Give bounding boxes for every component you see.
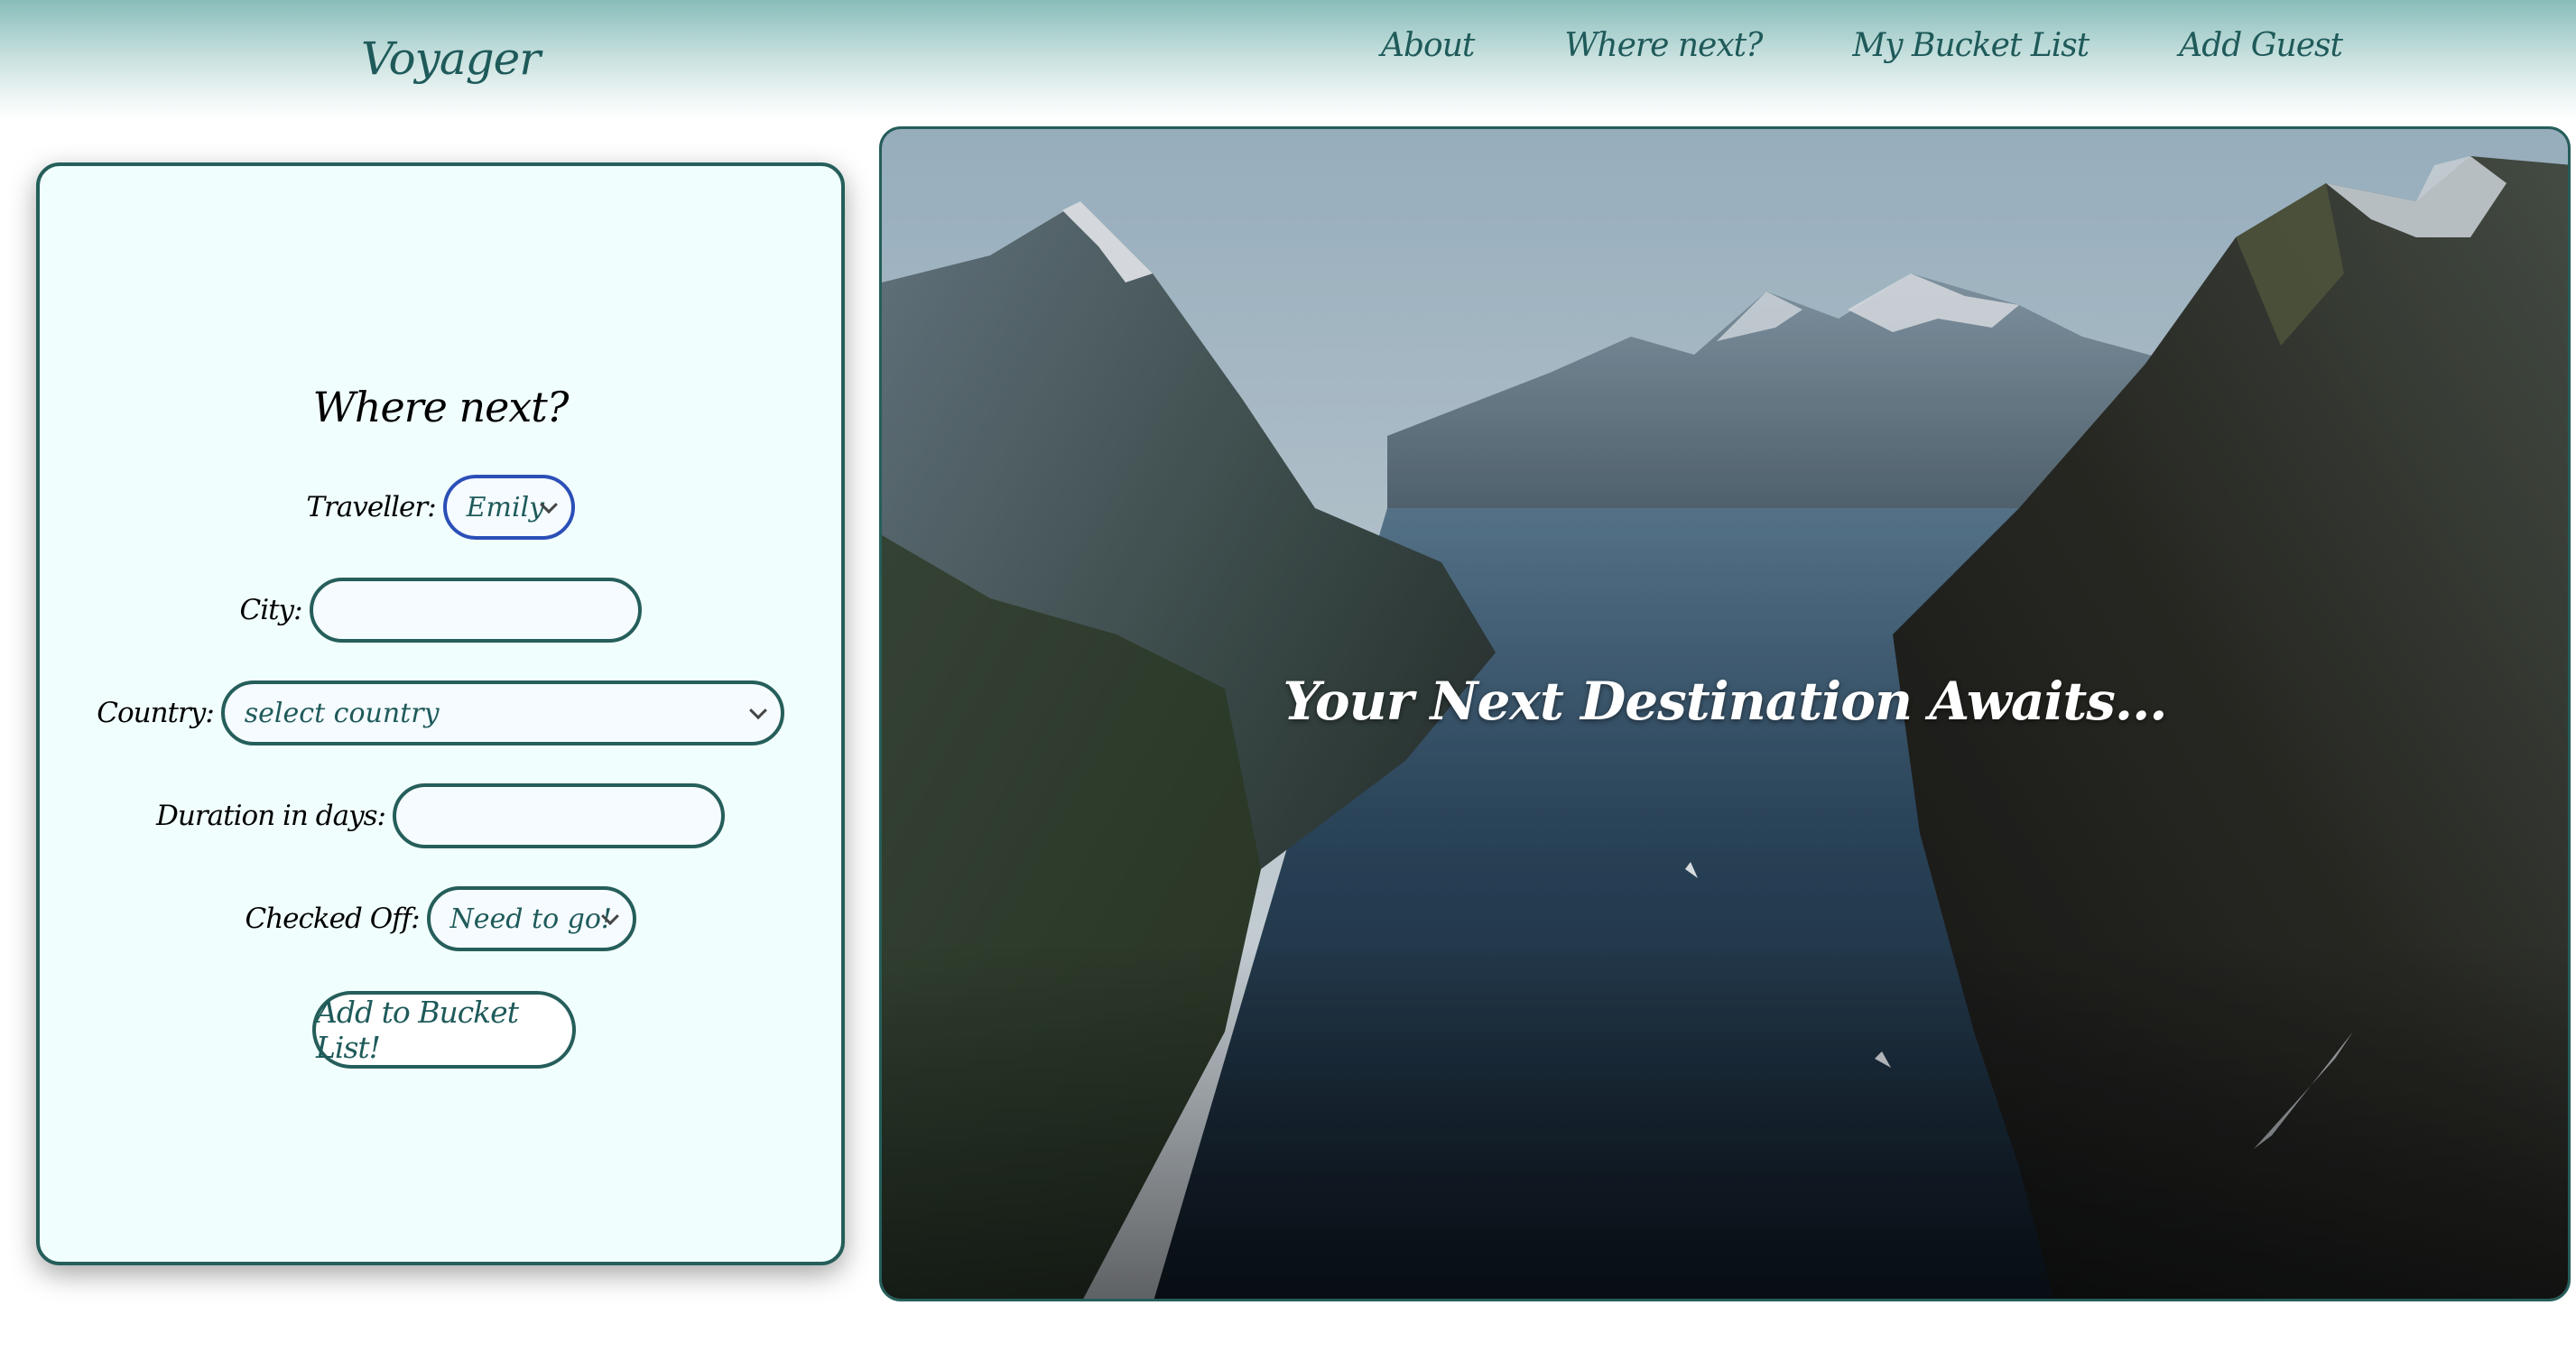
nav-link-where-next[interactable]: Where next? [1564,27,1763,64]
where-next-form: Where next? Traveller: Emily City: Count… [36,162,845,1265]
traveller-label: Traveller: [306,491,436,523]
add-to-bucket-list-button[interactable]: Add to Bucket List! [312,991,576,1069]
city-input[interactable] [309,578,642,643]
brand-logo[interactable]: Voyager [361,32,541,85]
form-title: Where next? [312,383,570,431]
country-label: Country: [97,697,215,729]
site-header: Voyager About Where next? My Bucket List… [0,0,2576,121]
traveller-select[interactable]: Emily [442,475,575,540]
checked-off-value: Need to go! [449,903,612,935]
traveller-value: Emily [466,491,545,523]
main-nav: About Where next? My Bucket List Add Gue… [1381,27,2432,64]
city-row: City: [40,578,841,643]
duration-label: Duration in days: [156,800,386,832]
country-row: Country: select country [40,680,841,745]
country-value: select country [244,697,440,729]
nav-link-bucket-list[interactable]: My Bucket List [1852,27,2090,64]
duration-row: Duration in days: [40,783,841,848]
hero-tagline: Your Next Destination Awaits... [1283,671,2168,732]
nav-link-about[interactable]: About [1381,27,1475,64]
checked-off-label: Checked Off: [245,903,420,935]
chevron-down-icon [748,701,767,720]
hero-banner: Your Next Destination Awaits... [879,126,2571,1301]
duration-input[interactable] [392,783,725,848]
checked-off-row: Checked Off: Need to go! [40,886,841,951]
checked-off-select[interactable]: Need to go! [426,886,636,951]
city-label: City: [239,594,302,626]
nav-link-add-guest[interactable]: Add Guest [2179,27,2343,64]
traveller-row: Traveller: Emily [40,475,841,540]
country-select[interactable]: select country [220,680,784,745]
